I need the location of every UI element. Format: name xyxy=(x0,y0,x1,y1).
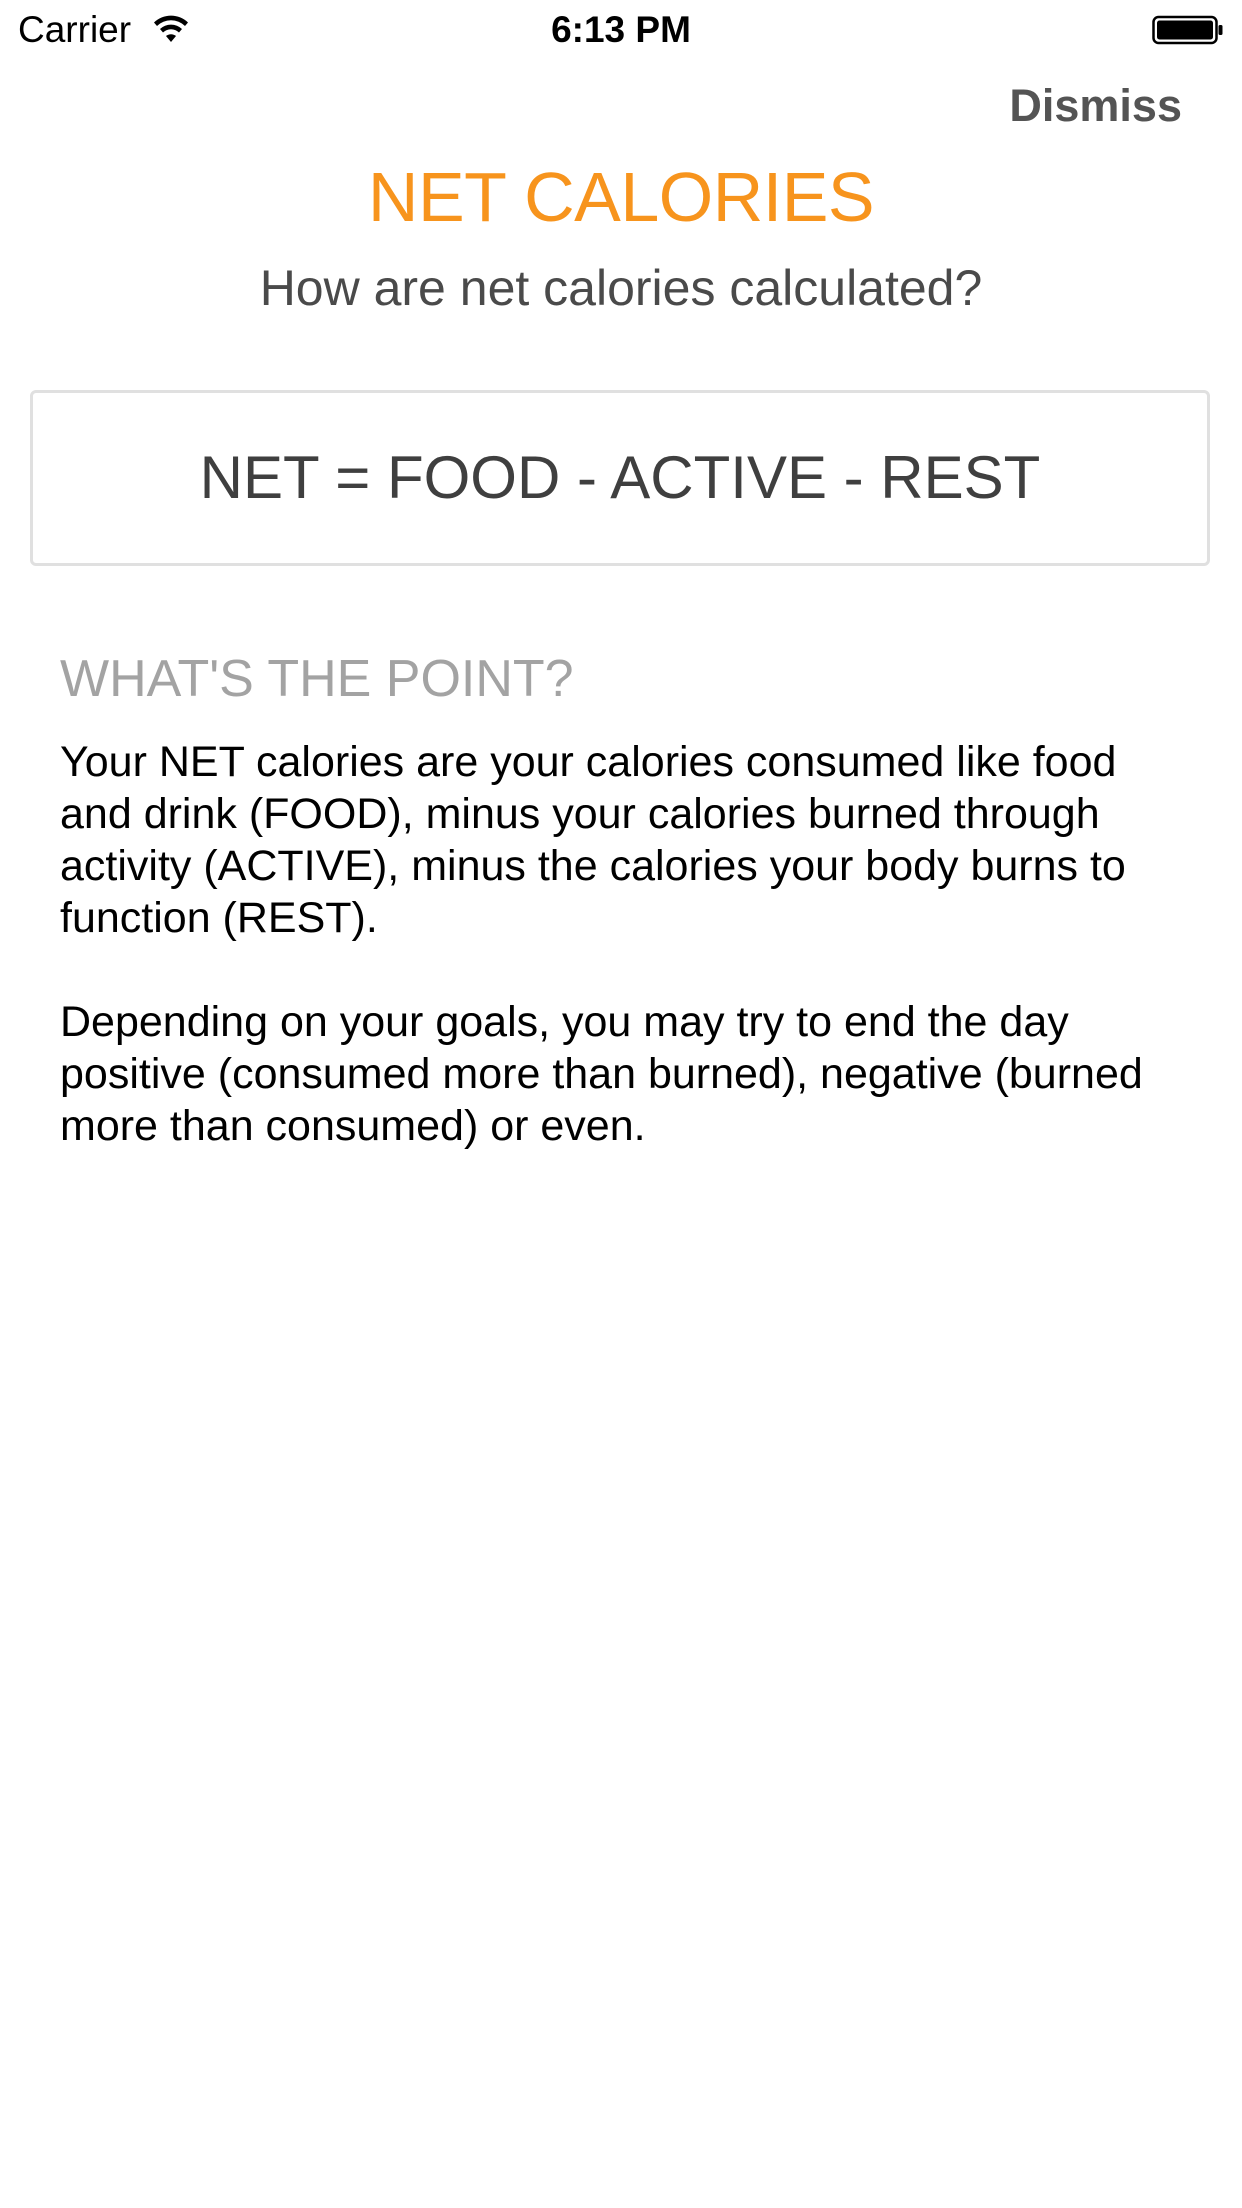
dismiss-button[interactable]: Dismiss xyxy=(1009,78,1182,134)
section-heading: WHAT'S THE POINT? xyxy=(60,650,574,708)
page-title: NET CALORIES xyxy=(367,158,875,236)
page-subtitle: How are net calories calculated? xyxy=(259,260,983,316)
status-time: 6:13 PM xyxy=(551,9,691,50)
formula-text: NET = FOOD - ACTIVE - REST xyxy=(199,444,1041,511)
explanation-paragraph: Your NET calories are your calories cons… xyxy=(60,738,1126,942)
formula-card: NET = FOOD - ACTIVE - REST xyxy=(30,390,1210,566)
goals-paragraph: Depending on your goals, you may try to … xyxy=(60,998,1143,1150)
battery-icon xyxy=(1152,15,1223,45)
status-bar: Carrier 6:13 PM xyxy=(0,0,1242,60)
